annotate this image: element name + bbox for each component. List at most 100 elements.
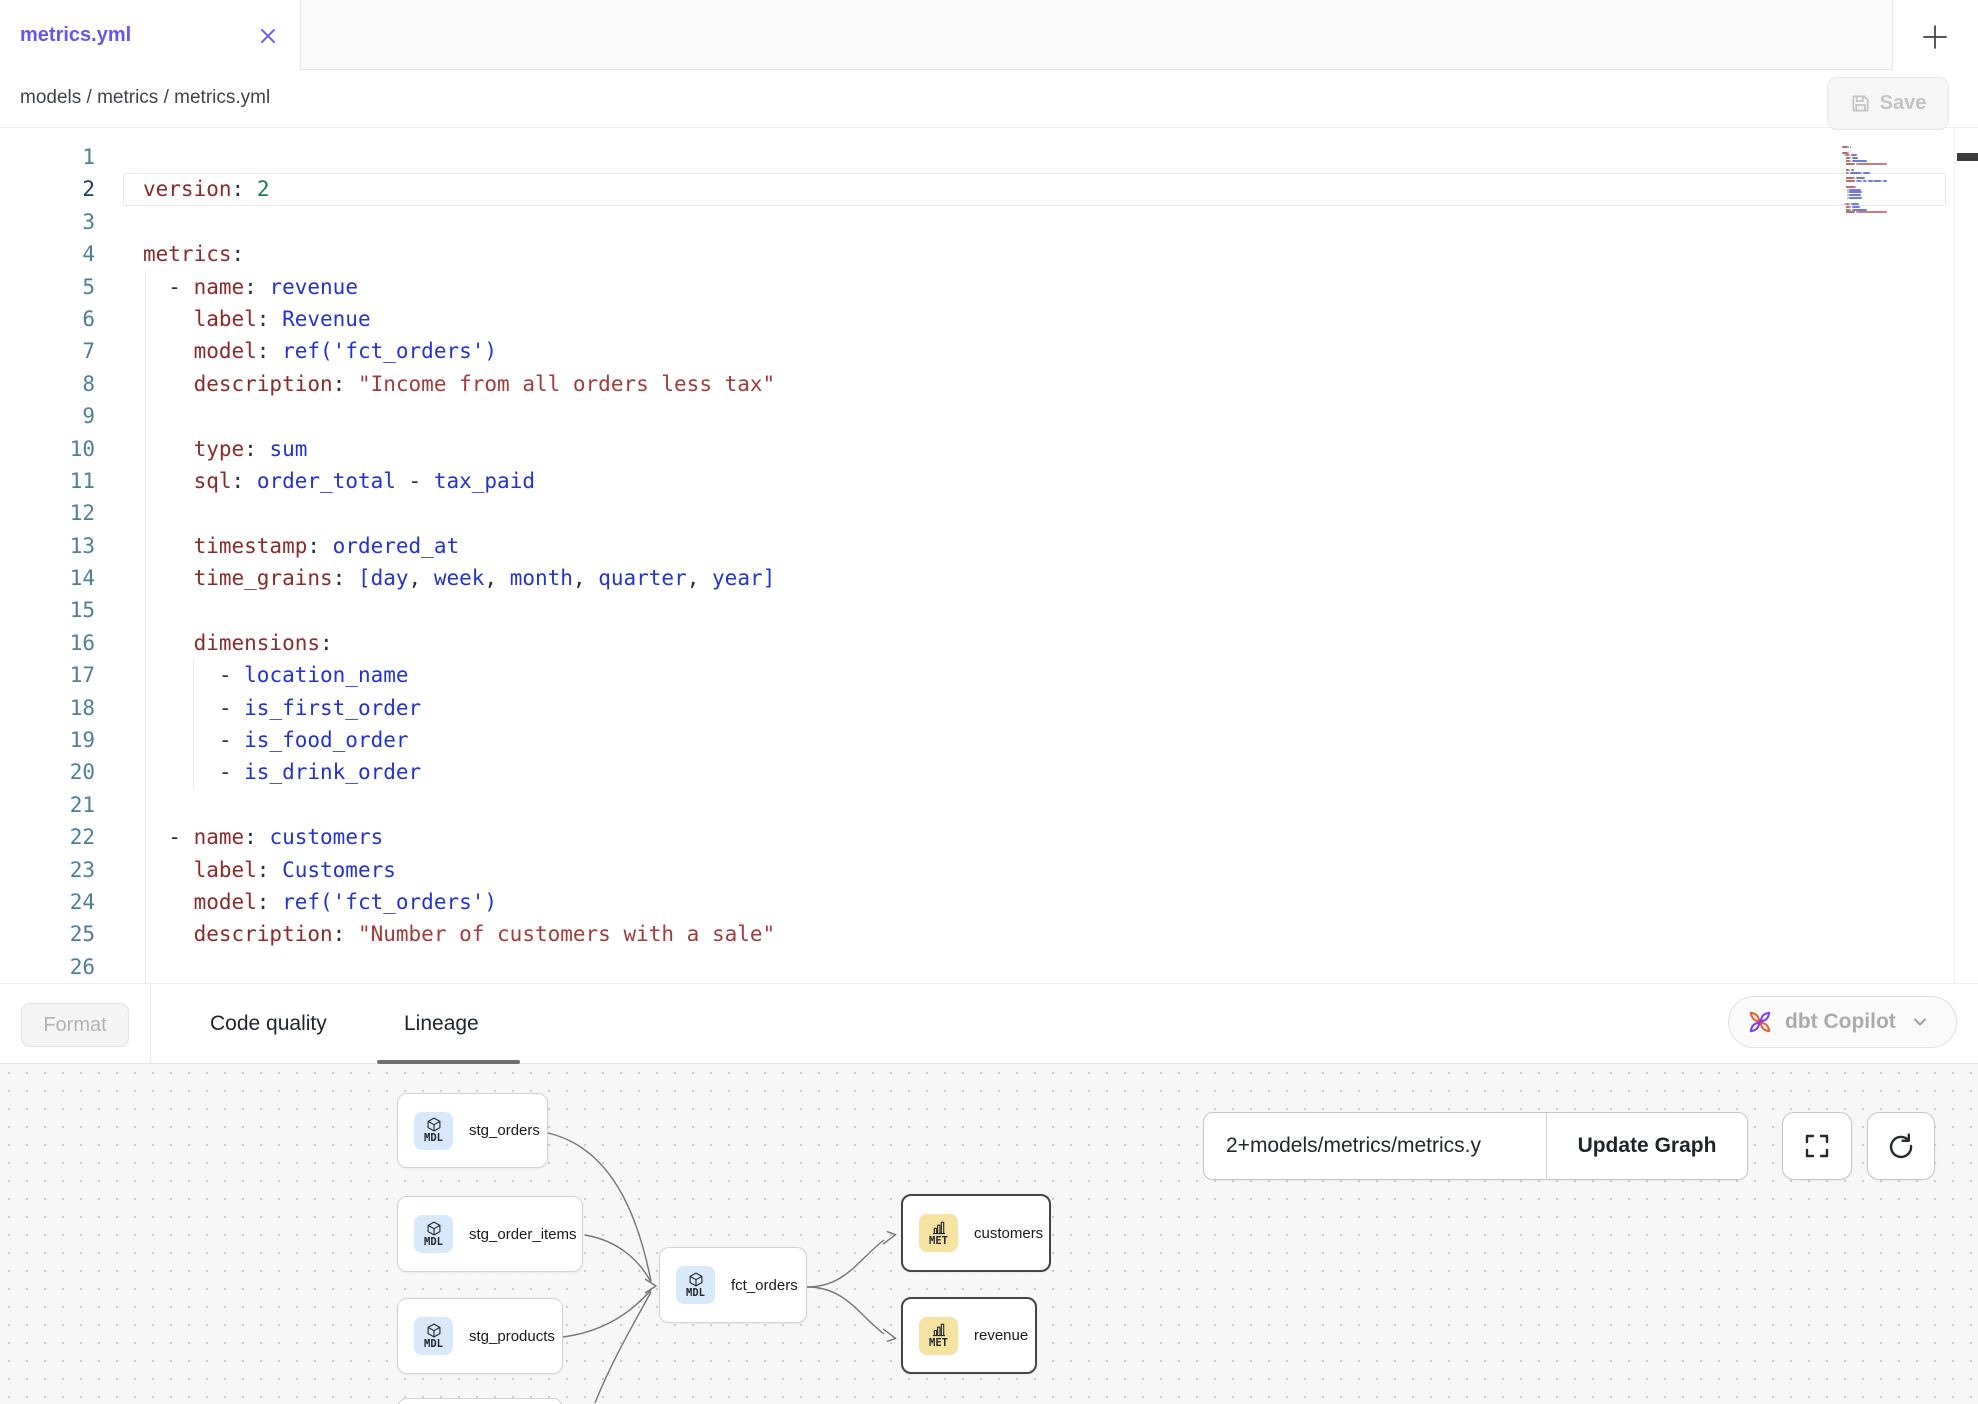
code-line[interactable]: 11 sql: order_total - tax_paid [0, 465, 1978, 497]
minimap-line [1849, 194, 1861, 196]
fullscreen-button[interactable] [1782, 1112, 1852, 1180]
code-editor[interactable]: 12version: 234metrics:5 - name: revenue6… [0, 128, 1978, 983]
lineage-node-customers[interactable]: MET customers [901, 1194, 1051, 1272]
lineage-node-stg-products[interactable]: MDL stg_products [397, 1298, 563, 1374]
toolbar-divider [150, 984, 151, 1063]
code-line[interactable]: 1 [0, 141, 1978, 173]
code-line[interactable]: 26 [0, 951, 1978, 983]
lineage-node-stg-orders[interactable]: MDL stg_orders [397, 1093, 548, 1168]
update-graph-button[interactable]: Update Graph [1546, 1113, 1747, 1179]
code-line[interactable]: 3 [0, 206, 1978, 238]
code-text: description: "Number of customers with a… [143, 918, 775, 950]
code-text: sql: order_total - tax_paid [143, 465, 535, 497]
minimap-line [1850, 209, 1851, 211]
code-line[interactable]: 4metrics: [0, 238, 1978, 270]
line-number: 19 [0, 724, 95, 756]
code-text: - location_name [143, 659, 409, 691]
line-number: 22 [0, 821, 95, 853]
minimap-line [1849, 191, 1862, 193]
code-line[interactable]: 8 description: "Income from all orders l… [0, 368, 1978, 400]
code-text: - is_drink_order [143, 756, 421, 788]
indent-guide [145, 594, 146, 626]
save-icon [1850, 93, 1871, 114]
code-text: time_grains: [day, week, month, quarter,… [143, 562, 775, 594]
panel-toolbar: Format Code quality Lineage dbt Copilot [0, 983, 1978, 1064]
code-line[interactable]: 9 [0, 400, 1978, 432]
code-line[interactable]: 17 - location_name [0, 659, 1978, 691]
line-number: 9 [0, 400, 95, 432]
model-icon: MDL [414, 1317, 453, 1355]
line-number: 10 [0, 433, 95, 465]
minimap-line [1850, 206, 1851, 208]
code-text: label: Customers [143, 854, 396, 886]
minimap-line [1848, 152, 1849, 154]
code-line[interactable]: 14 time_grains: [day, week, month, quart… [0, 562, 1978, 594]
code-text: dimensions: [143, 627, 333, 659]
code-line[interactable]: 19 - is_food_order [0, 724, 1978, 756]
new-tab-icon[interactable] [1922, 24, 1948, 50]
minimap-line [1851, 203, 1859, 205]
line-number: 2 [0, 173, 95, 205]
minimap-line [1861, 180, 1862, 182]
code-line[interactable]: 21 [0, 789, 1978, 821]
minimap-line [1846, 186, 1855, 188]
code-line[interactable]: 18 - is_first_order [0, 692, 1978, 724]
minimap-line [1846, 163, 1856, 165]
code-line[interactable]: 5 - name: revenue [0, 271, 1978, 303]
line-number: 11 [0, 465, 95, 497]
lineage-node-revenue[interactable]: MET revenue [901, 1297, 1037, 1374]
metric-icon: MET [919, 1214, 958, 1252]
minimap-line [1863, 172, 1870, 174]
line-number: 21 [0, 789, 95, 821]
code-line[interactable]: 2version: 2 [0, 173, 1978, 205]
lineage-selector-input[interactable] [1204, 1113, 1546, 1179]
line-number: 15 [0, 594, 95, 626]
code-line[interactable]: 6 label: Revenue [0, 303, 1978, 335]
minimap[interactable] [1842, 143, 1906, 233]
line-number: 23 [0, 854, 95, 886]
code-line[interactable]: 7 model: ref('fct_orders') [0, 335, 1978, 367]
close-icon[interactable] [258, 26, 278, 46]
minimap-line [1881, 180, 1882, 182]
lineage-canvas[interactable]: MDL stg_orders MDL stg_order_items MDL s… [0, 1064, 1978, 1404]
lineage-node-fct-orders[interactable]: MDL fct_orders [659, 1247, 807, 1323]
minimap-line [1850, 146, 1851, 148]
line-number: 16 [0, 627, 95, 659]
minimap-line [1861, 172, 1862, 174]
code-text: - is_food_order [143, 724, 409, 756]
minimap-line [1851, 154, 1857, 156]
format-button[interactable]: Format [21, 1003, 129, 1047]
minimap-line [1850, 172, 1861, 174]
model-icon: MDL [414, 1112, 453, 1150]
code-line[interactable]: 16 dimensions: [0, 627, 1978, 659]
file-header: models / metrics / metrics.yml Save [0, 70, 1978, 128]
line-number: 14 [0, 562, 95, 594]
line-number: 1 [0, 141, 95, 173]
lineage-node-stg-order-items[interactable]: MDL stg_order_items [397, 1196, 583, 1272]
tab-lineage[interactable]: Lineage [404, 984, 479, 1064]
indent-guide [145, 789, 146, 821]
dbt-copilot-button[interactable]: dbt Copilot [1728, 996, 1957, 1048]
scrollbar-thumb[interactable] [1957, 153, 1978, 161]
code-text: metrics: [143, 238, 244, 270]
code-line[interactable]: 12 [0, 497, 1978, 529]
tab-code-quality[interactable]: Code quality [210, 984, 327, 1064]
code-text: - name: revenue [143, 271, 358, 303]
code-line[interactable]: 23 label: Customers [0, 854, 1978, 886]
indent-guide [145, 400, 146, 432]
code-line[interactable]: 22 - name: customers [0, 821, 1978, 853]
code-line[interactable]: 24 model: ref('fct_orders') [0, 886, 1978, 918]
code-line[interactable]: 25 description: "Number of customers wit… [0, 918, 1978, 950]
code-line[interactable]: 20 - is_drink_order [0, 756, 1978, 788]
save-button[interactable]: Save [1827, 77, 1949, 130]
lineage-node-partial[interactable] [397, 1398, 563, 1404]
minimap-line [1852, 157, 1858, 159]
tab-metrics-yml[interactable]: metrics.yml [0, 0, 301, 70]
code-line[interactable]: 15 [0, 594, 1978, 626]
code-line[interactable]: 10 type: sum [0, 433, 1978, 465]
refresh-button[interactable] [1867, 1112, 1935, 1180]
code-line[interactable]: 13 timestamp: ordered_at [0, 530, 1978, 562]
metric-icon: MET [919, 1317, 958, 1355]
indent-guide [145, 497, 146, 529]
line-number: 26 [0, 951, 95, 983]
